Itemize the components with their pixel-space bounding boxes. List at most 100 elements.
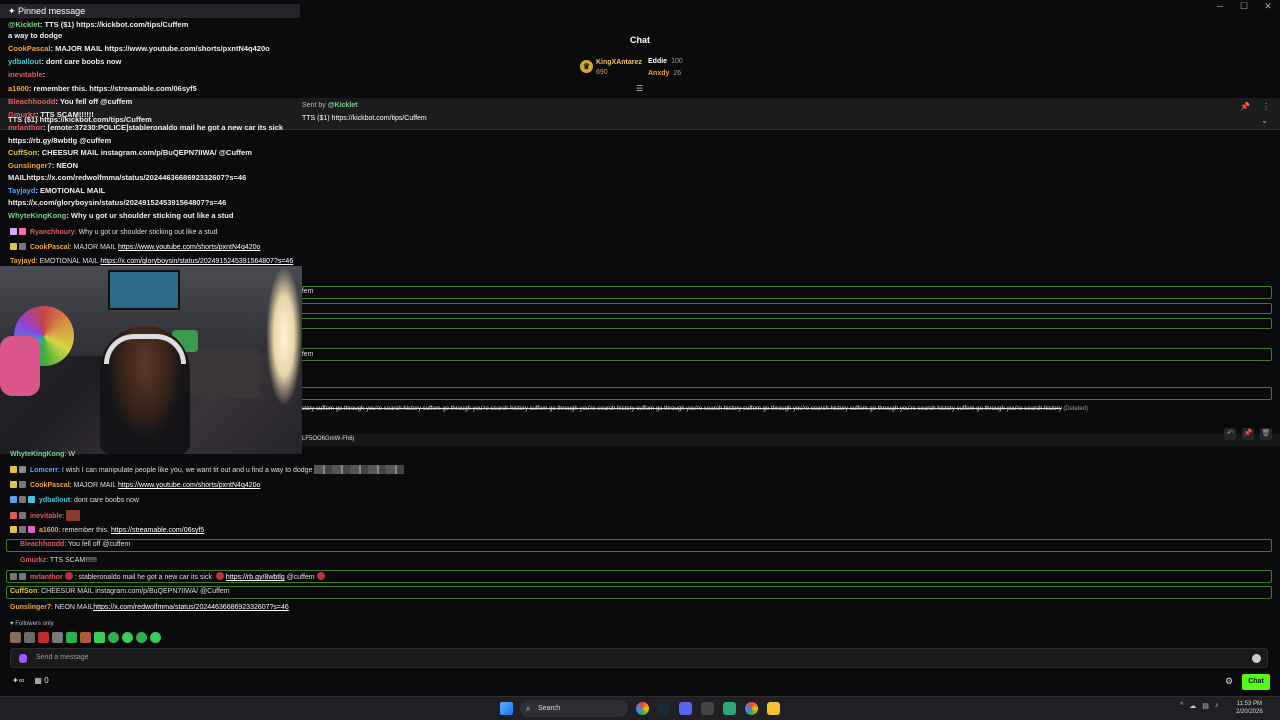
emote-button[interactable] bbox=[24, 632, 35, 643]
gear-icon[interactable]: ⚙ bbox=[1225, 676, 1233, 687]
overlay-username[interactable]: a1600 bbox=[8, 84, 29, 93]
chat-input[interactable]: Send a message bbox=[10, 648, 1268, 668]
message-username[interactable]: ydballout bbox=[39, 497, 70, 504]
pin-icon[interactable]: 📌 bbox=[1242, 428, 1254, 440]
message-link[interactable]: https://rb.gy/8wbtlg bbox=[226, 574, 285, 581]
overlay-message[interactable]: mrlanthor: [emote:37230:POLICE]stableron… bbox=[8, 123, 283, 132]
chevron-down-icon[interactable]: ⌄ bbox=[1261, 116, 1268, 125]
overlay-username[interactable]: inevitable bbox=[8, 70, 43, 79]
chat-message[interactable]: ydballout: dont care boobs now bbox=[10, 496, 139, 504]
message-username[interactable]: inevitable bbox=[30, 513, 62, 520]
chat-message[interactable]: inevitable: bbox=[10, 510, 81, 521]
discord-icon[interactable] bbox=[679, 702, 692, 715]
overlay-message[interactable]: https://x.com/gloryboysin/status/2024915… bbox=[8, 198, 226, 207]
chat-message[interactable]: Tayjayd: EMOTIONAL MAIL https://x.com/gl… bbox=[10, 258, 293, 265]
message-link[interactable]: https://x.com/redwolfmma/status/20244636… bbox=[93, 604, 289, 611]
emote-button[interactable] bbox=[38, 632, 49, 643]
pin-icon[interactable]: 📌 bbox=[1240, 102, 1250, 111]
overlay-message[interactable]: Bleachhoodd: You fell off @cuffem bbox=[8, 97, 132, 106]
emote-button[interactable] bbox=[122, 632, 133, 643]
overlay-message[interactable]: CookPascal: MAJOR MAIL https://www.youtu… bbox=[8, 44, 270, 53]
message-link[interactable]: https://x.com/gloryboysin/status/2024915… bbox=[100, 258, 293, 265]
chat-message[interactable]: CuffSon: CHEESUR MAIL instagram.com/p/Bu… bbox=[10, 588, 230, 595]
message-username[interactable]: mrlanthor bbox=[30, 574, 63, 581]
delete-icon[interactable]: 🗑 bbox=[1260, 428, 1272, 440]
message-link[interactable]: https://streamable.com/06syf5 bbox=[111, 527, 204, 534]
file-explorer-icon[interactable] bbox=[767, 702, 780, 715]
steam-icon[interactable] bbox=[657, 702, 670, 715]
emote-button[interactable] bbox=[80, 632, 91, 643]
emoji-icon[interactable] bbox=[1252, 654, 1261, 663]
hovered-message-row[interactable] bbox=[302, 434, 1280, 446]
chat-message[interactable]: Gmurkz: TTS SCAM!!!!!! bbox=[20, 557, 97, 564]
overlay-username[interactable]: CookPascal bbox=[8, 44, 51, 53]
overlay-message[interactable]: ydballout: dont care boobs now bbox=[8, 57, 121, 66]
chat-send-button[interactable]: Chat bbox=[1242, 674, 1270, 690]
reply-icon[interactable]: ↶ bbox=[1224, 428, 1236, 440]
chat-message[interactable]: mrlanthor: stableronaldo mail he got a n… bbox=[10, 572, 327, 581]
message-username[interactable]: Ryanchhoury bbox=[30, 229, 75, 236]
chat-message[interactable]: Bleachhoodd: You fell off @cuffem bbox=[20, 541, 130, 548]
kicks-icon[interactable]: ✦∞ bbox=[12, 676, 24, 685]
message-link[interactable]: https://www.youtube.com/shorts/pxntN4q42… bbox=[118, 482, 260, 489]
chat-message[interactable]: CookPascal: MAJOR MAIL https://www.youtu… bbox=[10, 481, 260, 489]
message-username[interactable]: Bleachhoodd bbox=[20, 541, 64, 548]
emote-button[interactable] bbox=[108, 632, 119, 643]
overlay-username[interactable]: mrlanthor bbox=[8, 123, 43, 132]
close-button[interactable]: ✕ bbox=[1256, 0, 1280, 12]
overlay-username[interactable]: @Kicklet bbox=[8, 20, 40, 29]
overlay-username[interactable]: Tayjayd bbox=[8, 186, 35, 195]
overlay-username[interactable]: CuffSon bbox=[8, 148, 37, 157]
emote-button[interactable] bbox=[66, 632, 77, 643]
chevron-up-icon[interactable]: ^ bbox=[1180, 702, 1183, 710]
message-username[interactable]: CookPascal bbox=[30, 482, 70, 489]
more-icon[interactable]: ⋮ bbox=[1262, 102, 1270, 111]
windows-start-icon[interactable] bbox=[500, 702, 513, 715]
highlighted-message[interactable] bbox=[6, 539, 1272, 552]
gift-icon[interactable]: ▦ 0 bbox=[34, 676, 48, 685]
taskbar-search[interactable]: ⌕ Search bbox=[520, 700, 628, 717]
cloud-icon[interactable]: ☁ bbox=[1189, 702, 1196, 710]
message-link[interactable]: https://www.youtube.com/shorts/pxntN4q42… bbox=[118, 244, 260, 251]
message-username[interactable]: Gunslinger7 bbox=[10, 604, 51, 611]
emote-button[interactable] bbox=[52, 632, 63, 643]
app-icon[interactable] bbox=[701, 702, 714, 715]
overlay-username[interactable]: Gunslinger7 bbox=[8, 161, 52, 170]
chat-message[interactable]: Ryanchhoury: Why u got ur shoulder stick… bbox=[10, 228, 217, 236]
message-username[interactable]: CookPascal bbox=[30, 244, 70, 251]
minimize-button[interactable]: ─ bbox=[1208, 0, 1232, 12]
emote-button[interactable] bbox=[150, 632, 161, 643]
overlay-message[interactable]: CuffSon: CHEESUR MAIL instagram.com/p/Bu… bbox=[8, 148, 252, 157]
overlay-message[interactable]: @Kicklet: TTS ($1) https://kickbot.com/t… bbox=[8, 20, 188, 29]
overlay-username[interactable]: ydballout bbox=[8, 57, 41, 66]
chrome-icon[interactable] bbox=[636, 702, 649, 715]
filter-icon[interactable]: ☰ bbox=[636, 84, 643, 93]
chat-message[interactable]: Gunslinger7: NEON MAILhttps://x.com/redw… bbox=[10, 604, 289, 611]
overlay-message[interactable]: a1600: remember this. https://streamable… bbox=[8, 84, 197, 93]
overlay-message[interactable]: MAILhttps://x.com/redwolfmma/status/2024… bbox=[8, 173, 246, 182]
overlay-message[interactable]: WhyteKingKong: Why u got ur shoulder sti… bbox=[8, 211, 233, 220]
overlay-message[interactable]: Gunslinger7: NEON bbox=[8, 161, 78, 170]
message-username[interactable]: CuffSon bbox=[10, 588, 37, 595]
message-username[interactable]: Gmurkz bbox=[20, 557, 46, 564]
overlay-message[interactable]: inevitable: bbox=[8, 70, 45, 79]
maximize-button[interactable]: ☐ bbox=[1232, 0, 1256, 12]
emote-button[interactable] bbox=[10, 632, 21, 643]
emote-button[interactable] bbox=[136, 632, 147, 643]
message-username[interactable]: Lomcerr bbox=[30, 467, 58, 474]
volume-icon[interactable]: ♪ bbox=[1215, 702, 1219, 710]
chat-message[interactable]: istory cuffem go through you're search h… bbox=[300, 406, 1088, 412]
taskbar-clock[interactable]: 11:53 PM 2/20/2026 bbox=[1236, 700, 1263, 716]
message-username[interactable]: Tayjayd bbox=[10, 258, 36, 265]
overlay-username[interactable]: WhyteKingKong bbox=[8, 211, 66, 220]
emote-button[interactable] bbox=[94, 632, 105, 643]
chat-message[interactable]: a1600: remember this. https://streamable… bbox=[10, 526, 204, 534]
overlay-message[interactable]: Tayjayd: EMOTIONAL MAIL bbox=[8, 186, 105, 195]
overlay-username[interactable]: Bleachhoodd bbox=[8, 97, 56, 106]
message-username[interactable]: WhyteKingKong bbox=[10, 451, 64, 458]
overlay-message[interactable]: https://rb.gy/8wbtlg @cuffem bbox=[8, 136, 111, 145]
network-icon[interactable]: ▤ bbox=[1202, 702, 1209, 710]
chat-message[interactable]: WhyteKingKong: W bbox=[10, 451, 75, 458]
chat-message[interactable]: CookPascal: MAJOR MAIL https://www.youtu… bbox=[10, 243, 260, 251]
chat-message[interactable]: Lomcerr: I wish I can manipulate people … bbox=[10, 465, 405, 474]
